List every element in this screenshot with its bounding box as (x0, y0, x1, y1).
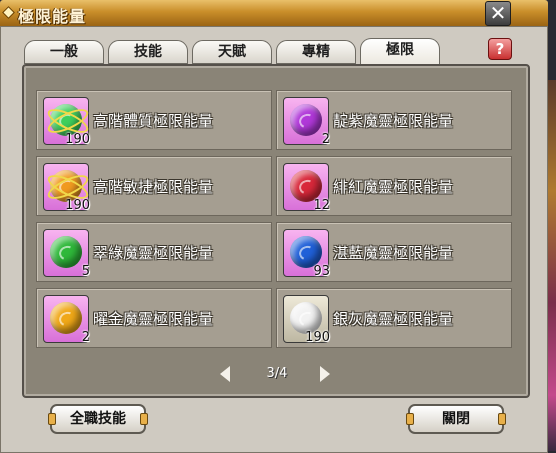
item-label: 靛紫魔靈極限能量 (333, 112, 454, 130)
item-label: 高階敏捷極限能量 (93, 178, 214, 196)
energy-list-panel: 190 高階體質極限能量 2 靛紫魔靈極限能量 190 高階敏捷極限能量 12 緋紅魔靈極限能… (22, 64, 530, 398)
item-label: 銀灰魔靈極限能量 (333, 310, 454, 328)
tab-extreme[interactable]: 極限 (360, 38, 440, 64)
energy-item[interactable]: 93 湛藍魔靈極限能量 (276, 222, 512, 282)
item-label: 曜金魔靈極限能量 (93, 310, 214, 328)
item-count: 5 (81, 264, 90, 279)
item-count: 190 (65, 198, 90, 213)
energy-item[interactable]: 5 翠綠魔靈極限能量 (36, 222, 272, 282)
energy-item[interactable]: 190 高階敏捷極限能量 (36, 156, 272, 216)
tab-mastery[interactable]: 專精 (276, 40, 356, 64)
orb-icon (50, 236, 82, 268)
item-label: 翠綠魔靈極限能量 (93, 244, 214, 262)
energy-orb-icon: 12 (283, 163, 330, 213)
window-title: 極限能量 (18, 7, 87, 26)
item-label: 緋紅魔靈極限能量 (333, 178, 454, 196)
close-window-button[interactable]: ✕ (485, 1, 511, 26)
energy-orb-icon: 5 (43, 229, 90, 279)
extreme-energy-window: 極限能量 ✕ 一般 技能 天賦 專精 極限 ? 190 高階體質極限能量 2 靛紫魔靈… (0, 0, 548, 453)
energy-orb-icon: 190 (283, 295, 330, 345)
orb-icon (50, 302, 82, 334)
item-count: 2 (321, 132, 330, 147)
close-button[interactable]: 關閉 (406, 404, 506, 434)
energy-orb-icon: 190 (43, 97, 92, 147)
item-count: 93 (313, 264, 330, 279)
energy-orb-icon: 93 (283, 229, 330, 279)
title-bar[interactable]: 極限能量 ✕ (0, 0, 548, 27)
item-label: 高階體質極限能量 (93, 112, 214, 130)
item-count: 190 (305, 330, 330, 345)
energy-item[interactable]: 12 緋紅魔靈極限能量 (276, 156, 512, 216)
help-button[interactable]: ? (488, 38, 512, 60)
energy-orb-icon: 2 (283, 97, 330, 147)
tab-talent[interactable]: 天賦 (192, 40, 272, 64)
diamond-icon (3, 7, 14, 18)
prev-page-arrow-icon[interactable] (220, 366, 230, 382)
energy-item[interactable]: 190 高階體質極限能量 (36, 90, 272, 150)
energy-orb-icon: 2 (43, 295, 90, 345)
item-count: 2 (81, 330, 90, 345)
energy-orb-icon: 190 (43, 163, 92, 213)
item-label: 湛藍魔靈極限能量 (333, 244, 454, 262)
tab-general[interactable]: 一般 (24, 40, 104, 64)
energy-item[interactable]: 2 曜金魔靈極限能量 (36, 288, 272, 348)
tab-skills[interactable]: 技能 (108, 40, 188, 64)
energy-item[interactable]: 190 銀灰魔靈極限能量 (276, 288, 512, 348)
energy-item[interactable]: 2 靛紫魔靈極限能量 (276, 90, 512, 150)
item-count: 190 (65, 132, 90, 147)
all-class-skills-button[interactable]: 全職技能 (48, 404, 148, 434)
pagination: 3/4 (216, 366, 336, 386)
next-page-arrow-icon[interactable] (320, 366, 330, 382)
page-indicator: 3/4 (266, 366, 288, 381)
item-count: 12 (313, 198, 330, 213)
orb-icon (290, 104, 322, 136)
